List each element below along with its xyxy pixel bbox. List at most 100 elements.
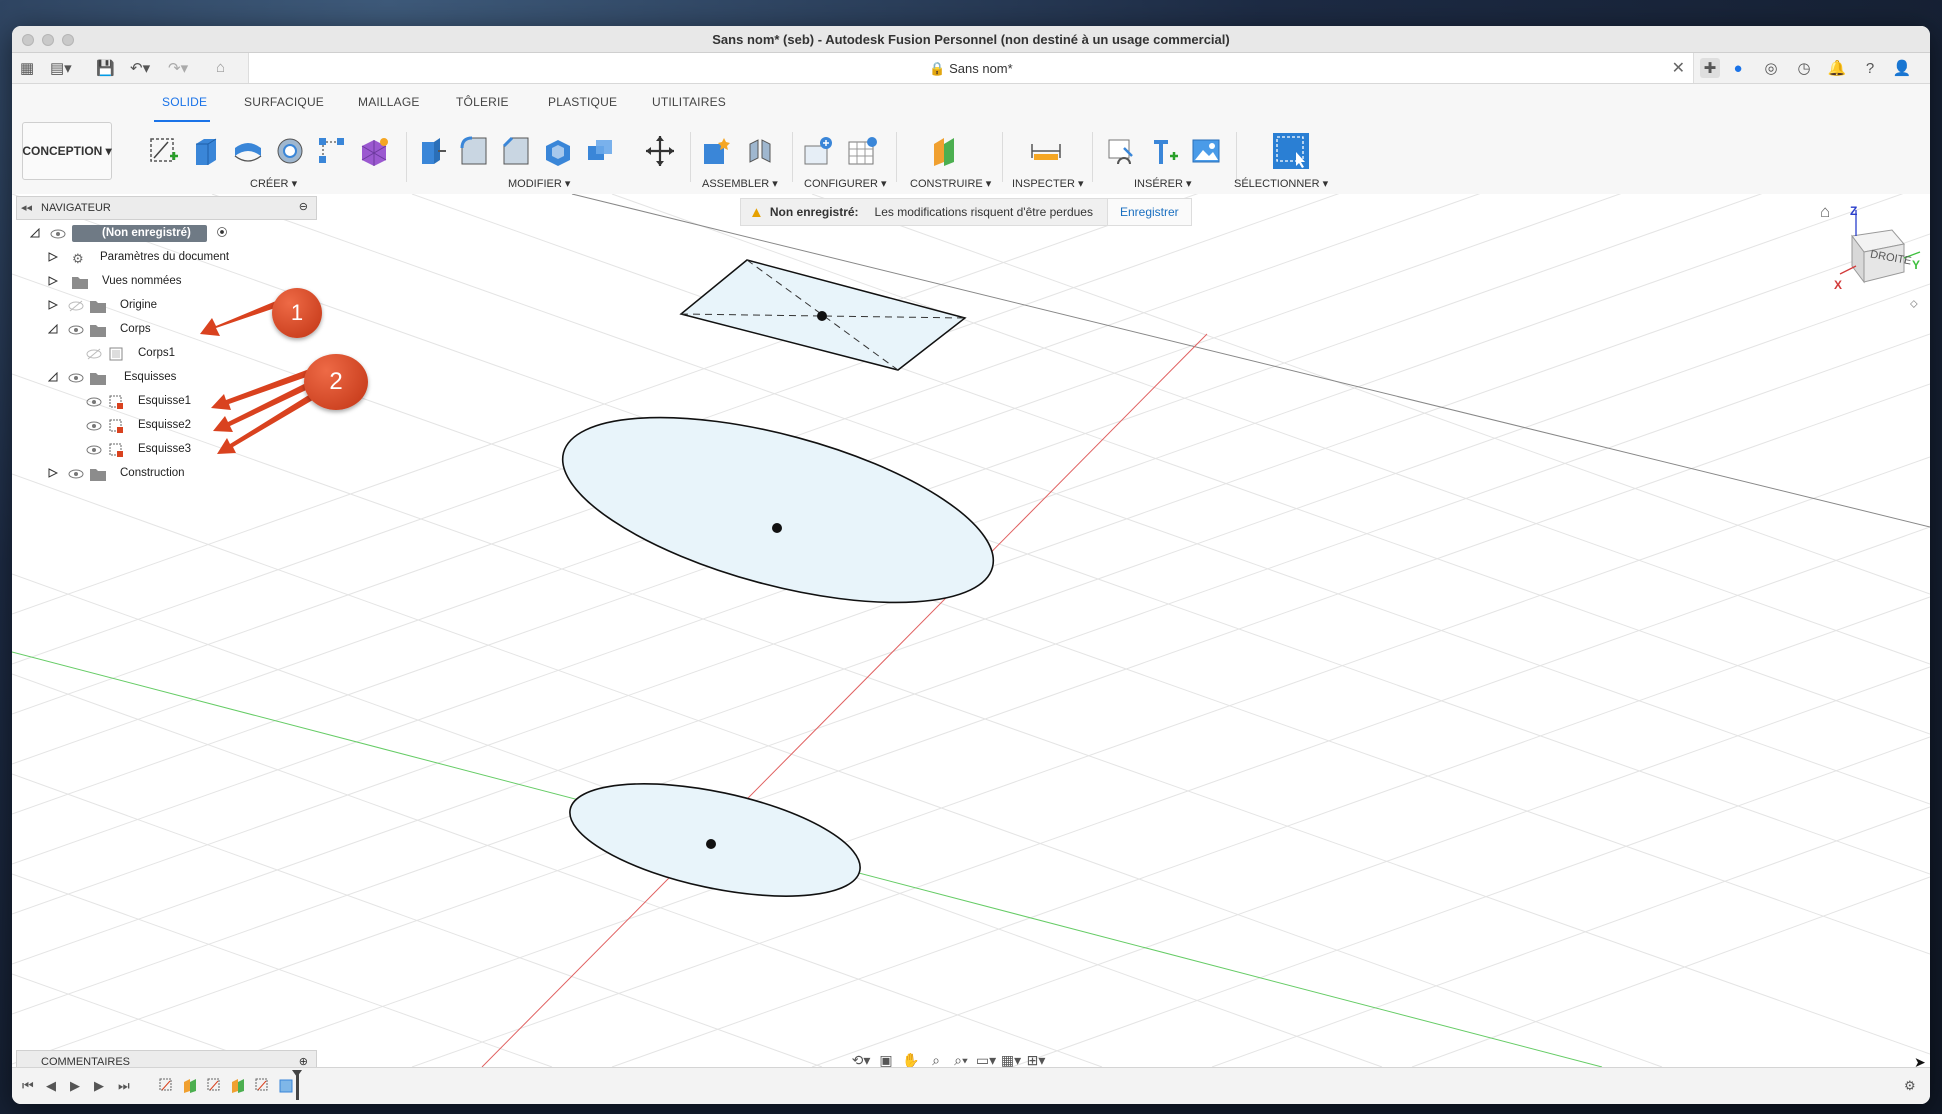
extensions-icon[interactable]: ● — [1728, 58, 1748, 78]
timeline-sketch-icon[interactable] — [158, 1076, 174, 1094]
collapse-toggle-icon[interactable] — [48, 324, 58, 334]
tab-maillage[interactable]: MAILLAGE — [358, 95, 420, 109]
navigator-options-icon[interactable]: ⊖ — [299, 200, 308, 213]
comments-panel[interactable]: COMMENTAIRES ⊕ — [16, 1050, 317, 1067]
expand-toggle-icon[interactable] — [48, 252, 58, 262]
insert-derive-icon[interactable] — [1106, 134, 1138, 168]
visibility-eye-icon[interactable] — [86, 396, 102, 408]
view-options-icon[interactable]: ⬦ — [1910, 298, 1918, 311]
visibility-eye-icon[interactable] — [86, 420, 102, 432]
visibility-eye-icon[interactable] — [50, 228, 66, 240]
timeline-sketch-icon[interactable] — [254, 1076, 270, 1094]
collapse-toggle-icon[interactable] — [30, 228, 40, 238]
tree-item-construction[interactable]: Construction — [16, 464, 317, 484]
save-link-button[interactable]: Enregistrer — [1106, 199, 1191, 225]
group-configurer[interactable]: CONFIGURER ▾ — [804, 177, 887, 190]
visibility-eye-icon[interactable] — [86, 444, 102, 456]
timeline-form-icon[interactable] — [278, 1076, 294, 1094]
visibility-eye-icon[interactable] — [68, 324, 84, 336]
offset-plane-icon[interactable] — [930, 134, 962, 168]
tree-item-bodies[interactable]: Corps — [16, 320, 317, 340]
expand-toggle-icon[interactable] — [48, 300, 58, 310]
play-icon[interactable]: ▶ — [70, 1078, 80, 1094]
zoom-icon[interactable]: ⌕ — [925, 1050, 947, 1068]
grid-menu-icon[interactable]: ▦ — [20, 59, 34, 77]
tree-item-params[interactable]: ⚙ Paramètres du document — [16, 248, 317, 268]
tree-item-origin[interactable]: Origine — [16, 296, 317, 316]
step-back-icon[interactable]: ◀ — [46, 1078, 56, 1094]
collapse-toggle-icon[interactable] — [48, 372, 58, 382]
viewports-icon[interactable]: ⊞▾ — [1025, 1050, 1047, 1068]
step-forward-icon[interactable]: ▶ — [94, 1078, 104, 1094]
job-status-icon[interactable]: ◷ — [1794, 58, 1814, 78]
pan-icon[interactable]: ✋ — [900, 1050, 922, 1068]
visibility-eye-icon[interactable] — [68, 468, 84, 480]
help-icon[interactable]: ? — [1860, 58, 1880, 78]
insert-mesh-icon[interactable] — [1148, 134, 1180, 168]
group-inserer[interactable]: INSÉRER ▾ — [1134, 177, 1191, 190]
tab-utilitaires[interactable]: UTILITAIRES — [652, 95, 726, 109]
combine-icon[interactable] — [584, 134, 616, 168]
group-modifier[interactable]: MODIFIER ▾ — [508, 177, 570, 190]
tab-tolerie[interactable]: TÔLERIE — [456, 95, 509, 109]
file-menu-icon[interactable]: ▤▾ — [50, 59, 72, 77]
chamfer-icon[interactable] — [500, 134, 532, 168]
new-tab-icon[interactable]: ✚ — [1700, 58, 1720, 78]
joint-icon[interactable] — [744, 134, 776, 168]
look-at-icon[interactable]: ▣ — [875, 1050, 897, 1068]
timeline-plane-icon[interactable] — [230, 1076, 246, 1094]
tree-item-sketch3[interactable]: Esquisse3 — [16, 440, 317, 460]
undo-icon[interactable]: ↶▾ — [130, 59, 150, 77]
workspace-selector[interactable]: CONCEPTION ▾ — [22, 122, 112, 180]
insert-canvas-icon[interactable] — [1190, 134, 1222, 168]
activate-radio-icon[interactable] — [214, 226, 230, 238]
press-pull-icon[interactable] — [416, 134, 448, 168]
tab-solide[interactable]: SOLIDE — [162, 95, 207, 109]
select-icon[interactable] — [1272, 132, 1310, 170]
tree-item-sketches[interactable]: Esquisses — [16, 368, 317, 388]
fit-icon[interactable]: ⌕▾ — [950, 1050, 972, 1068]
group-assembler[interactable]: ASSEMBLER ▾ — [702, 177, 778, 190]
tree-item-sketch2[interactable]: Esquisse2 — [16, 416, 317, 436]
expand-toggle-icon[interactable] — [48, 276, 58, 286]
visibility-hidden-icon[interactable] — [68, 300, 84, 312]
timeline-plane-icon[interactable] — [182, 1076, 198, 1094]
create-sketch-icon[interactable] — [148, 134, 180, 168]
create-form-icon[interactable] — [358, 134, 390, 168]
document-tab[interactable]: 🔒 Sans nom* ✕ — [248, 53, 1694, 83]
timeline-settings-icon[interactable]: ⚙ — [1904, 1078, 1916, 1094]
notifications-icon[interactable]: 🔔 — [1827, 58, 1847, 78]
orbit-icon[interactable]: ⟲▾ — [850, 1050, 872, 1068]
tree-item-sketch1[interactable]: Esquisse1 — [16, 392, 317, 412]
shell-icon[interactable] — [542, 134, 574, 168]
redo-icon[interactable]: ↷▾ — [168, 59, 188, 77]
avatar[interactable]: 👤 — [1892, 58, 1912, 78]
close-tab-icon[interactable]: ✕ — [1672, 58, 1685, 78]
extrude-icon[interactable] — [190, 134, 222, 168]
go-to-start-icon[interactable]: ⏮ — [22, 1078, 34, 1094]
canvas-viewport[interactable]: 1 2 ◂◂ NAVIGATEUR ⊖ (Non enregistré) ⚙ P… — [12, 194, 1930, 1067]
tree-item-body1[interactable]: Corps1 — [16, 344, 317, 364]
sketch-rectangle[interactable] — [679, 259, 967, 371]
tab-surfacique[interactable]: SURFACIQUE — [244, 95, 324, 109]
collapse-panel-icon[interactable]: ◂◂ — [21, 201, 32, 214]
tree-item-views[interactable]: Vues nommées — [16, 272, 317, 292]
new-component-icon[interactable] — [700, 134, 732, 168]
group-construire[interactable]: CONSTRUIRE ▾ — [910, 177, 991, 190]
configure-table-icon[interactable] — [846, 134, 878, 168]
fillet-icon[interactable] — [458, 134, 490, 168]
revolve-icon[interactable] — [232, 134, 264, 168]
move-copy-icon[interactable] — [644, 134, 676, 168]
group-selectionner[interactable]: SÉLECTIONNER ▾ — [1234, 177, 1328, 190]
change-parameters-icon[interactable] — [802, 134, 834, 168]
expand-toggle-icon[interactable] — [48, 468, 58, 478]
display-settings-icon[interactable]: ▭▾ — [975, 1050, 997, 1068]
save-icon[interactable]: 💾 — [96, 59, 115, 77]
measure-icon[interactable] — [1030, 134, 1062, 168]
visibility-hidden-icon[interactable] — [86, 348, 102, 360]
group-inspecter[interactable]: INSPECTER ▾ — [1012, 177, 1084, 190]
add-comment-icon[interactable]: ⊕ — [299, 1055, 308, 1067]
go-to-end-icon[interactable]: ⏭ — [118, 1078, 130, 1094]
sketch-ellipse-small[interactable] — [560, 762, 869, 917]
online-status-icon[interactable]: ◎ — [1761, 58, 1781, 78]
